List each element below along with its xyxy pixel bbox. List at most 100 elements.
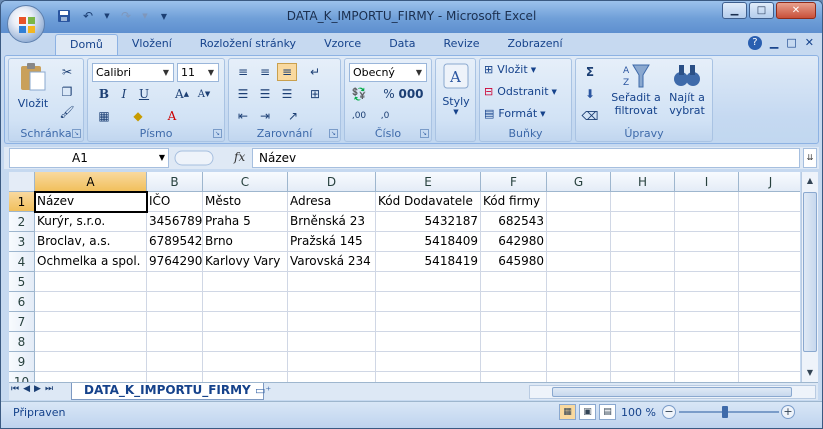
close-button[interactable]: ✕ bbox=[776, 2, 816, 19]
increase-decimal-icon[interactable]: ,00 bbox=[349, 107, 369, 125]
cell[interactable] bbox=[203, 292, 288, 312]
cell[interactable] bbox=[547, 372, 611, 382]
cell[interactable] bbox=[611, 292, 675, 312]
increase-indent-icon[interactable]: ⇥ bbox=[255, 107, 275, 125]
align-bottom-icon[interactable]: ≡ bbox=[277, 63, 297, 81]
cell[interactable] bbox=[35, 352, 147, 372]
cell[interactable]: 5432187 bbox=[376, 212, 481, 232]
cell[interactable] bbox=[376, 312, 481, 332]
insert-sheet-icon[interactable]: ▭⁺ bbox=[255, 384, 275, 399]
cell[interactable]: Varovská 234 bbox=[288, 252, 376, 272]
cell[interactable] bbox=[203, 332, 288, 352]
cell[interactable] bbox=[611, 272, 675, 292]
cell[interactable] bbox=[611, 252, 675, 272]
cell[interactable] bbox=[481, 292, 547, 312]
column-header[interactable]: G bbox=[547, 172, 611, 192]
accounting-format-icon[interactable]: 💱 bbox=[349, 85, 369, 103]
cell[interactable] bbox=[547, 352, 611, 372]
select-all-corner[interactable] bbox=[9, 172, 35, 192]
cell[interactable] bbox=[147, 312, 203, 332]
office-button[interactable] bbox=[7, 5, 45, 43]
cell[interactable] bbox=[675, 232, 739, 252]
cell[interactable] bbox=[611, 352, 675, 372]
cell[interactable] bbox=[376, 352, 481, 372]
fill-color-icon[interactable]: ◆ bbox=[128, 107, 148, 125]
comma-style-icon[interactable]: 000 bbox=[398, 85, 423, 103]
name-box[interactable]: A1 ▼ bbox=[9, 148, 169, 168]
cell[interactable] bbox=[547, 212, 611, 232]
cell[interactable]: 9764290 bbox=[147, 252, 203, 272]
cell[interactable] bbox=[481, 352, 547, 372]
column-header[interactable]: I bbox=[675, 172, 739, 192]
cell[interactable] bbox=[547, 272, 611, 292]
page-break-view-icon[interactable]: ▤ bbox=[599, 404, 616, 420]
zoom-in-icon[interactable]: + bbox=[781, 405, 795, 419]
cell[interactable]: Město bbox=[203, 192, 288, 212]
cell[interactable] bbox=[203, 312, 288, 332]
zoom-slider-thumb[interactable] bbox=[722, 406, 728, 418]
page-layout-view-icon[interactable]: ▣ bbox=[579, 404, 596, 420]
tab-formulas[interactable]: Vzorce bbox=[310, 34, 375, 56]
cell[interactable] bbox=[547, 292, 611, 312]
cell[interactable]: Ochmelka a spol. bbox=[35, 252, 147, 272]
cell[interactable] bbox=[147, 292, 203, 312]
sheet-tab[interactable]: DATA_K_IMPORTU_FIRMY bbox=[71, 383, 264, 400]
font-size-select[interactable]: 11 ▼ bbox=[177, 63, 219, 82]
merge-center-icon[interactable]: ⊞ bbox=[305, 85, 325, 103]
cell[interactable] bbox=[739, 272, 800, 292]
align-top-icon[interactable]: ≡ bbox=[233, 63, 253, 81]
normal-view-icon[interactable]: ▦ bbox=[559, 404, 576, 420]
cell[interactable]: 5418409 bbox=[376, 232, 481, 252]
tab-view[interactable]: Zobrazení bbox=[493, 34, 576, 56]
cell[interactable]: Praha 5 bbox=[203, 212, 288, 232]
cell[interactable] bbox=[376, 332, 481, 352]
align-center-icon[interactable]: ☰ bbox=[255, 85, 275, 103]
cell[interactable] bbox=[739, 352, 800, 372]
cut-icon[interactable]: ✂ bbox=[57, 63, 77, 81]
prev-sheet-icon[interactable]: ◀ bbox=[23, 384, 30, 394]
alignment-launcher-icon[interactable]: ↘ bbox=[329, 129, 338, 138]
cell[interactable]: 3456789 bbox=[147, 212, 203, 232]
column-header[interactable]: B bbox=[147, 172, 203, 192]
italic-button[interactable]: I bbox=[114, 85, 134, 103]
sort-filter-button[interactable]: AZ Seřadit a filtrovat bbox=[610, 61, 662, 117]
expand-formula-bar-icon[interactable]: ⇊ bbox=[803, 148, 817, 168]
tab-review[interactable]: Revize bbox=[429, 34, 493, 56]
cell[interactable] bbox=[611, 332, 675, 352]
cell[interactable] bbox=[481, 272, 547, 292]
cell[interactable] bbox=[203, 372, 288, 382]
cell[interactable]: Kód Dodavatele bbox=[376, 192, 481, 212]
cell[interactable] bbox=[376, 292, 481, 312]
cell[interactable] bbox=[611, 212, 675, 232]
row-header[interactable]: 10 bbox=[9, 372, 35, 382]
cell[interactable] bbox=[35, 312, 147, 332]
horizontal-scroll-thumb[interactable] bbox=[552, 387, 792, 397]
cell[interactable] bbox=[675, 272, 739, 292]
cell[interactable] bbox=[675, 312, 739, 332]
cell[interactable] bbox=[547, 192, 611, 212]
decrease-decimal-icon[interactable]: ,0 bbox=[375, 107, 395, 125]
worksheet-grid[interactable]: A B C D E F G H I J 1 Název IČO Město Adresa Kód Dodava… bbox=[9, 172, 800, 382]
column-header[interactable]: E bbox=[376, 172, 481, 192]
column-header[interactable]: J bbox=[739, 172, 800, 192]
format-painter-icon[interactable]: 🖌 bbox=[57, 103, 77, 121]
cell[interactable] bbox=[675, 252, 739, 272]
cell[interactable] bbox=[739, 332, 800, 352]
scroll-up-icon[interactable]: ▲ bbox=[803, 174, 817, 188]
cell[interactable]: Karlovy Vary bbox=[203, 252, 288, 272]
font-name-select[interactable]: Calibri ▼ bbox=[92, 63, 174, 82]
cell[interactable] bbox=[675, 212, 739, 232]
row-header[interactable]: 8 bbox=[9, 332, 35, 352]
last-sheet-icon[interactable]: ⏭ bbox=[45, 384, 53, 394]
zoom-level[interactable]: 100 % bbox=[621, 406, 656, 419]
cell[interactable] bbox=[203, 272, 288, 292]
cell[interactable] bbox=[739, 192, 800, 212]
cell[interactable] bbox=[739, 232, 800, 252]
horizontal-scrollbar[interactable] bbox=[529, 385, 816, 399]
cell[interactable] bbox=[739, 372, 800, 382]
cell[interactable] bbox=[675, 192, 739, 212]
cell[interactable] bbox=[547, 252, 611, 272]
cell[interactable] bbox=[288, 272, 376, 292]
tab-home[interactable]: Domů bbox=[55, 34, 118, 56]
cell[interactable]: 5418419 bbox=[376, 252, 481, 272]
